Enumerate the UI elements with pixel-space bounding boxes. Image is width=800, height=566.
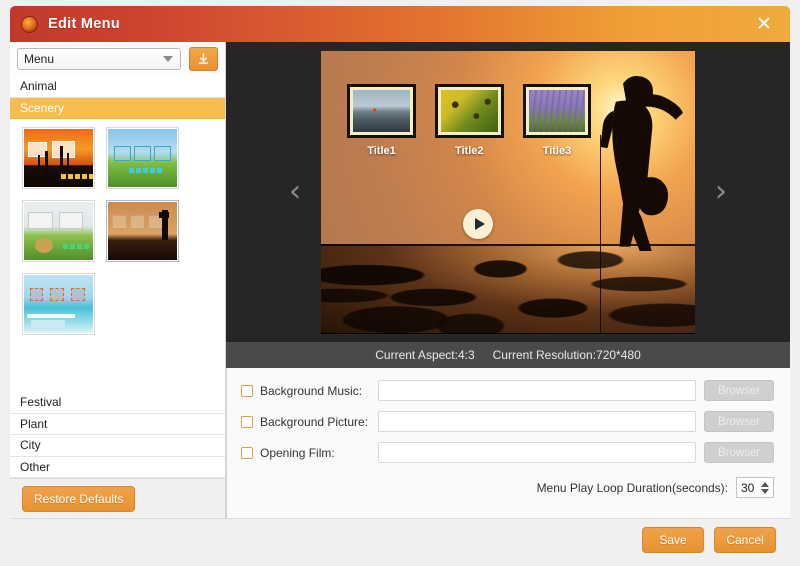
sidebar-category-other[interactable]: Other xyxy=(10,457,225,479)
background-music-browse-button[interactable]: Browser xyxy=(704,380,774,401)
sidebar-category-scenery[interactable]: Scenery xyxy=(10,98,225,120)
frame-border xyxy=(347,84,416,138)
info-bar: Current Aspect:4:3 Current Resolution:72… xyxy=(226,342,790,368)
loop-duration-label: Menu Play Loop Duration(seconds): xyxy=(537,481,728,495)
sidebar-categories-bottom: Festival Plant City Other xyxy=(10,392,225,478)
opening-film-label: Opening Film: xyxy=(260,446,378,460)
title-label-1: Title1 xyxy=(347,145,416,157)
category-label: Festival xyxy=(20,395,61,409)
frame-border xyxy=(523,84,592,138)
loop-duration-value: 30 xyxy=(741,481,754,495)
sidebar-toolbar: Menu xyxy=(10,42,225,76)
form-row-loop-duration: Menu Play Loop Duration(seconds): 30 xyxy=(241,477,774,498)
background-picture-browse-button[interactable]: Browser xyxy=(704,411,774,432)
title-bar: Edit Menu ✕ xyxy=(10,6,790,42)
form-row-opening-film: Opening Film: Browser xyxy=(241,442,774,463)
download-button[interactable] xyxy=(189,47,218,71)
category-label: Plant xyxy=(20,417,47,431)
close-icon[interactable]: ✕ xyxy=(752,12,776,36)
category-label: Scenery xyxy=(20,101,64,115)
opening-film-input[interactable] xyxy=(378,442,696,463)
thumbnail-row xyxy=(22,127,225,189)
stepper-arrows-icon[interactable] xyxy=(761,482,769,494)
menu-type-select[interactable]: Menu xyxy=(17,48,181,70)
restore-defaults-button[interactable]: Restore Defaults xyxy=(22,486,135,512)
opening-film-browse-button[interactable]: Browser xyxy=(704,442,774,463)
template-thumb-hay-bale-field[interactable] xyxy=(22,200,95,262)
settings-form: Background Music: Browser Background Pic… xyxy=(226,368,790,518)
loop-duration-stepper[interactable]: 30 xyxy=(736,477,774,498)
template-sidebar: Menu Animal Scenery xyxy=(10,42,226,518)
category-label: Animal xyxy=(20,79,57,93)
form-row-background-music: Background Music: Browser xyxy=(241,380,774,401)
cancel-button[interactable]: Cancel xyxy=(714,527,776,553)
form-row-background-picture: Background Picture: Browser xyxy=(241,411,774,432)
sidebar-category-city[interactable]: City xyxy=(10,435,225,457)
category-label: City xyxy=(20,438,41,452)
frame-border xyxy=(435,84,504,138)
menu-stage: Title1 Title2 Title3 xyxy=(321,51,695,334)
background-picture-label: Background Picture: xyxy=(260,415,378,429)
thumbnail-lavender-field xyxy=(529,90,586,132)
current-resolution-label: Current Resolution:720*480 xyxy=(493,348,641,362)
sidebar-category-festival[interactable]: Festival xyxy=(10,392,225,414)
background-picture-checkbox[interactable] xyxy=(241,416,253,428)
chevron-down-icon xyxy=(163,56,173,62)
template-thumbnail-grid xyxy=(10,119,225,392)
edit-menu-dialog: Edit Menu ✕ Menu Animal xyxy=(0,0,800,566)
thumbnail-sunflower-field xyxy=(441,90,498,132)
download-icon xyxy=(197,53,210,66)
play-icon[interactable] xyxy=(463,209,493,239)
menu-type-select-value: Menu xyxy=(24,52,54,66)
background-music-label: Background Music: xyxy=(260,384,378,398)
opening-film-checkbox[interactable] xyxy=(241,447,253,459)
title-label-2: Title2 xyxy=(435,145,504,157)
title-frame-2[interactable]: Title2 xyxy=(435,84,504,157)
background-picture-input[interactable] xyxy=(378,411,696,432)
app-logo-icon xyxy=(21,16,38,33)
title-frame-3[interactable]: Title3 xyxy=(523,84,592,157)
preview-panel: ‹ xyxy=(226,42,790,518)
thumbnail-row xyxy=(22,273,225,335)
template-thumb-desert-cactus-sunset[interactable] xyxy=(22,127,95,189)
sidebar-category-plant[interactable]: Plant xyxy=(10,414,225,436)
title-frames: Title1 Title2 Title3 xyxy=(347,84,601,157)
title-label-3: Title3 xyxy=(523,145,592,157)
current-aspect-label: Current Aspect:4:3 xyxy=(375,348,474,362)
menu-preview: ‹ xyxy=(226,42,790,342)
sidebar-category-animal[interactable]: Animal xyxy=(10,76,225,98)
chevron-left-icon[interactable]: ‹ xyxy=(282,171,308,213)
thumbnail-row xyxy=(22,200,225,262)
dialog-footer: Save Cancel xyxy=(10,518,790,560)
title-frame-1[interactable]: Title1 xyxy=(347,84,416,157)
window-title: Edit Menu xyxy=(48,16,120,32)
template-thumb-green-field-sky[interactable] xyxy=(106,127,179,189)
sidebar-footer: Restore Defaults xyxy=(10,478,225,518)
template-thumb-photographer-sunset[interactable] xyxy=(106,200,179,262)
template-thumb-beach-boat[interactable] xyxy=(22,273,95,335)
dialog-body: Menu Animal Scenery xyxy=(10,42,790,518)
category-label: Other xyxy=(20,460,50,474)
chevron-right-icon[interactable]: › xyxy=(708,171,734,213)
background-music-input[interactable] xyxy=(378,380,696,401)
background-music-checkbox[interactable] xyxy=(241,385,253,397)
thumbnail-lighthouse-coast xyxy=(353,90,410,132)
save-button[interactable]: Save xyxy=(642,527,704,553)
ground-background xyxy=(321,244,695,333)
